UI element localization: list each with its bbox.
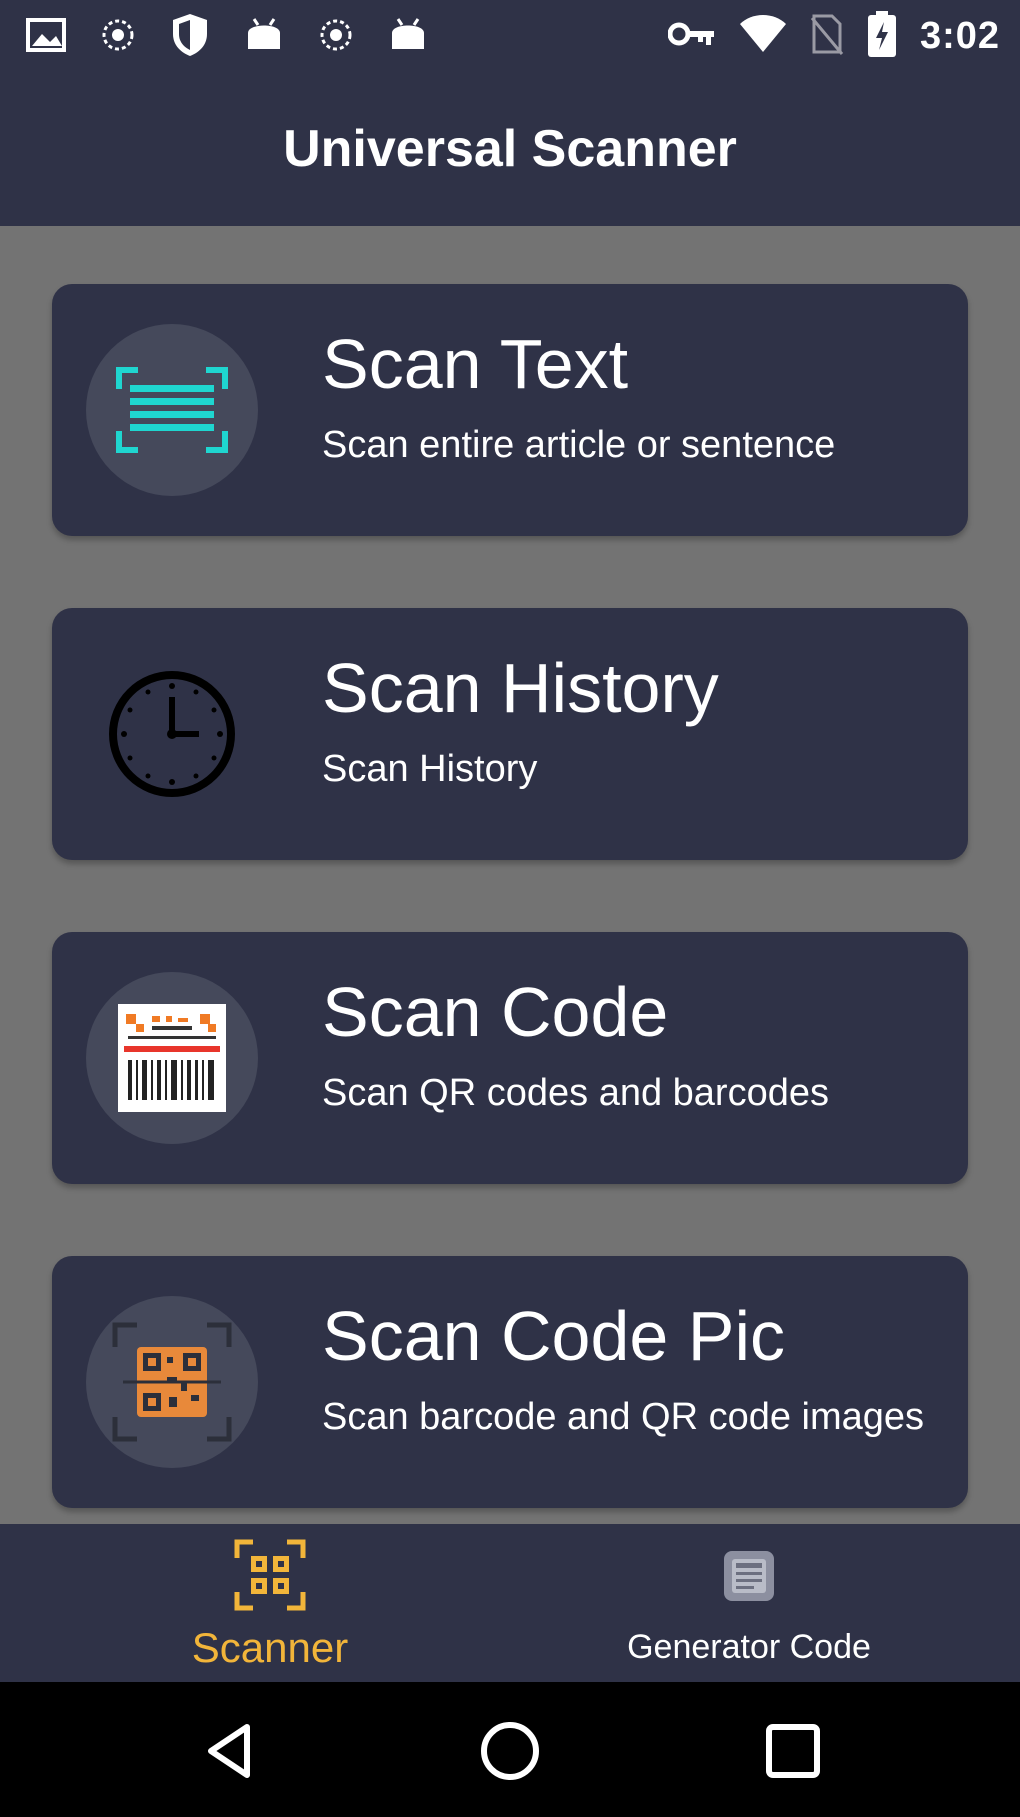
bottom-navigation: Scanner Generator Code: [0, 1524, 1020, 1682]
image-icon: [26, 16, 66, 59]
system-status-icons: 3:02: [667, 10, 1000, 63]
wifi-icon: [738, 14, 788, 59]
settings-dot-icon: [318, 17, 354, 58]
scan-code-pic-card[interactable]: Scan Code Pic Scan barcode and QR code i…: [52, 1256, 968, 1508]
back-icon[interactable]: [184, 1706, 274, 1796]
app-title: Universal Scanner: [283, 120, 737, 178]
nav-scanner-label: Scanner: [191, 1624, 349, 1671]
scanner-menu: Scan Text Scan entire article or sentenc…: [0, 226, 1020, 1524]
home-icon[interactable]: [465, 1706, 555, 1796]
android-icon: [388, 15, 428, 60]
android-icon: [244, 15, 284, 60]
key-icon: [667, 19, 716, 54]
scanner-icon: [233, 1538, 307, 1617]
card-subtitle: Scan barcode and QR code images: [322, 1396, 925, 1438]
app-bar: Universal Scanner: [0, 72, 1020, 226]
scan-code-card[interactable]: Scan Code Scan QR codes and barcodes: [52, 932, 968, 1184]
generator-icon: [721, 1548, 777, 1609]
text-scan-icon: [86, 324, 258, 496]
card-title: Scan Code Pic: [322, 1297, 786, 1375]
nav-generator-code-tab[interactable]: Generator Code: [494, 1524, 1004, 1682]
card-title: Scan Text: [322, 325, 629, 403]
card-title: Scan Code: [322, 973, 669, 1051]
nav-scanner-tab[interactable]: Scanner: [15, 1524, 525, 1682]
no-sim-icon: [810, 12, 844, 61]
battery-icon: [866, 10, 898, 63]
qr-image-icon: [86, 1296, 258, 1468]
card-subtitle: Scan History: [322, 748, 538, 790]
settings-dot-icon: [100, 17, 136, 58]
notification-icons: [26, 12, 428, 63]
recents-icon[interactable]: [748, 1706, 838, 1796]
status-time: 3:02: [919, 15, 1000, 57]
scan-text-card[interactable]: Scan Text Scan entire article or sentenc…: [52, 284, 968, 536]
card-title: Scan History: [322, 649, 719, 727]
shield-icon: [170, 12, 210, 63]
status-bar: 3:02: [0, 0, 1020, 72]
clock-icon: [86, 648, 258, 820]
card-subtitle: Scan QR codes and barcodes: [322, 1072, 829, 1114]
system-navigation-bar: [0, 1682, 1020, 1817]
scan-history-card[interactable]: Scan History Scan History: [52, 608, 968, 860]
card-subtitle: Scan entire article or sentence: [322, 424, 836, 466]
barcode-icon: [86, 972, 258, 1144]
nav-generator-code-label: Generator Code: [627, 1628, 871, 1666]
